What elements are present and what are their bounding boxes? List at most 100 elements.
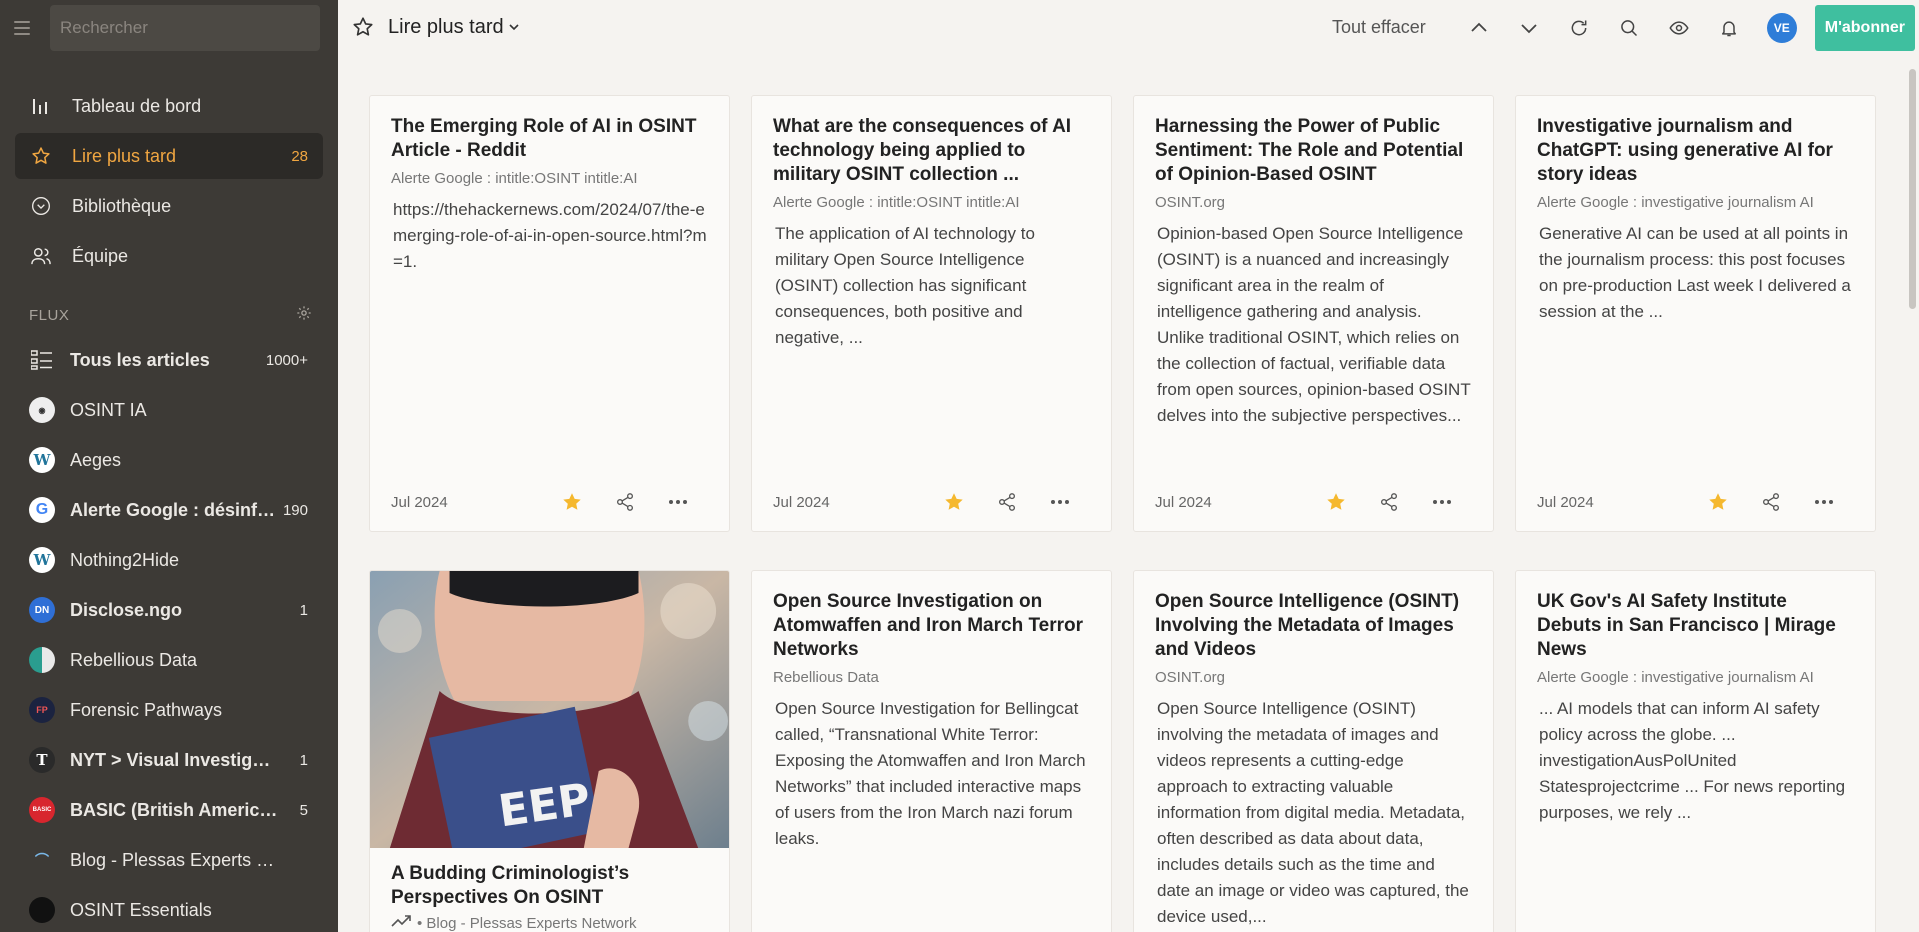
article-source: • Blog - Plessas Experts Network — [391, 914, 708, 932]
article-source: Rebellious Data — [773, 669, 879, 686]
star-filled-icon[interactable] — [941, 489, 967, 515]
feed-item-nothing2hide[interactable]: W Nothing2Hide — [0, 535, 338, 585]
feed-item-basic[interactable]: BASIC BASIC (British American... 5 — [0, 785, 338, 835]
feed-label: BASIC (British American... — [70, 799, 280, 820]
article-card[interactable]: What are the consequences of AI technolo… — [751, 95, 1112, 532]
share-icon[interactable] — [994, 489, 1020, 515]
article-title[interactable]: The Emerging Role of AI in OSINT Article… — [391, 115, 708, 163]
article-source-label: • Blog - Plessas Experts Network — [417, 915, 637, 932]
article-title[interactable]: Investigative journalism and ChatGPT: us… — [1537, 115, 1854, 187]
star-filled-icon[interactable] — [559, 489, 585, 515]
article-title[interactable]: Open Source Investigation on Atomwaffen … — [773, 590, 1090, 662]
article-card[interactable]: Open Source Investigation on Atomwaffen … — [751, 570, 1112, 932]
plessas-logo-icon: ⌒ — [35, 852, 49, 868]
feed-item-disclose[interactable]: DN Disclose.ngo 1 — [0, 585, 338, 635]
article-title[interactable]: Open Source Intelligence (OSINT) Involvi… — [1155, 590, 1472, 662]
disclose-logo-icon: DN — [29, 597, 55, 623]
share-icon[interactable] — [612, 489, 638, 515]
search-box[interactable] — [50, 4, 320, 51]
bell-icon[interactable] — [1717, 16, 1741, 40]
nav-item-library[interactable]: Bibliothèque — [15, 183, 323, 229]
feed-item-nyt[interactable]: T NYT > Visual Investigati... 1 — [0, 735, 338, 785]
feed-count: 1 — [299, 751, 308, 769]
card-footer: Jul 2024 — [370, 473, 729, 531]
menu-icon[interactable] — [14, 17, 36, 39]
google-icon: G — [29, 497, 55, 523]
feed-item-google-alert[interactable]: G Alerte Google : désinfor... 190 — [0, 485, 338, 535]
feed-item-forensic-pathways[interactable]: FP Forensic Pathways — [0, 685, 338, 735]
article-source: Alerte Google : investigative journalism… — [1537, 194, 1814, 211]
article-source: OSINT.org — [1155, 194, 1226, 211]
article-card[interactable]: Harnessing the Power of Public Sentiment… — [1133, 95, 1494, 532]
article-card[interactable]: The Emerging Role of AI in OSINT Article… — [369, 95, 730, 532]
feed-label: Disclose.ngo — [70, 599, 183, 620]
nyt-logo-icon: T — [29, 747, 55, 773]
feed-item-aeges[interactable]: W Aeges — [0, 435, 338, 485]
bar-chart-icon — [30, 95, 52, 117]
avatar[interactable]: VE — [1766, 12, 1797, 43]
page-title-dropdown[interactable]: Lire plus tard — [388, 16, 520, 39]
chevron-circle-icon — [30, 195, 52, 217]
basic-logo-icon: BASIC — [29, 797, 55, 823]
article-date: Jul 2024 — [391, 493, 448, 511]
feed-item-plessas[interactable]: ⌒ Blog - Plessas Experts N... — [0, 835, 338, 885]
feed-item-osint-essentials[interactable]: OSINT Essentials — [0, 885, 338, 932]
article-excerpt: Generative AI can be used at all points … — [1539, 224, 1851, 321]
article-grid: The Emerging Role of AI in OSINT Article… — [338, 55, 1919, 932]
feed-label: Alerte Google : désinfor... — [70, 499, 280, 520]
eye-icon[interactable] — [1667, 16, 1691, 40]
star-filled-icon[interactable] — [1323, 489, 1349, 515]
nav-item-dashboard[interactable]: Tableau de bord — [15, 83, 323, 129]
chevron-up-icon[interactable] — [1467, 16, 1491, 40]
article-title[interactable]: Harnessing the Power of Public Sentiment… — [1155, 115, 1472, 187]
star-icon[interactable] — [352, 16, 376, 40]
nav-item-team[interactable]: Équipe — [15, 233, 323, 279]
clear-all-button[interactable]: Tout effacer — [1332, 17, 1426, 38]
share-icon[interactable] — [1376, 489, 1402, 515]
gear-icon[interactable] — [296, 305, 312, 325]
article-source: OSINT.org — [1155, 669, 1226, 686]
article-excerpt: ... AI models that can inform AI safety … — [1539, 699, 1846, 822]
article-title[interactable]: UK Gov's AI Safety Institute Debuts in S… — [1537, 590, 1854, 662]
scrollbar[interactable] — [1909, 69, 1916, 309]
rebellious-data-logo-icon — [29, 647, 55, 673]
star-filled-icon[interactable] — [1705, 489, 1731, 515]
nav-item-read-later[interactable]: Lire plus tard 28 — [15, 133, 323, 179]
article-date: Jul 2024 — [1155, 493, 1212, 511]
article-card[interactable]: Open Source Intelligence (OSINT) Involvi… — [1133, 570, 1494, 932]
more-icon[interactable] — [1811, 489, 1837, 515]
osint-essentials-logo-icon — [29, 897, 55, 923]
wordpress-icon: W — [29, 547, 55, 573]
feed-label: Forensic Pathways — [70, 699, 223, 720]
article-thumbnail[interactable]: EEP — [370, 571, 729, 848]
feed-count: 1 — [299, 601, 308, 619]
article-date: Jul 2024 — [1537, 493, 1594, 511]
chevron-down-icon[interactable] — [1517, 16, 1541, 40]
flux-title: FLUX — [29, 306, 70, 324]
feed-item-all[interactable]: Tous les articles 1000+ — [0, 335, 338, 385]
article-card[interactable]: EEP A Budding Criminologist’s Perspectiv… — [369, 570, 730, 932]
feed-label: Blog - Plessas Experts N... — [70, 849, 280, 870]
card-footer: Jul 2024 — [752, 473, 1111, 531]
refresh-icon[interactable] — [1567, 16, 1591, 40]
feed-item-rebellious-data[interactable]: Rebellious Data — [0, 635, 338, 685]
search-icon[interactable] — [1617, 16, 1641, 40]
article-excerpt: The application of AI technology to mili… — [775, 224, 1035, 347]
more-icon[interactable] — [1047, 489, 1073, 515]
nav-label: Tableau de bord — [72, 95, 202, 116]
article-card[interactable]: UK Gov's AI Safety Institute Debuts in S… — [1515, 570, 1876, 932]
article-source: Alerte Google : intitle:OSINT intitle:AI — [391, 170, 638, 187]
article-source: Alerte Google : investigative journalism… — [1537, 669, 1814, 686]
subscribe-button[interactable]: M'abonner — [1814, 4, 1915, 51]
share-icon[interactable] — [1758, 489, 1784, 515]
article-card[interactable]: Investigative journalism and ChatGPT: us… — [1515, 95, 1876, 532]
flux-header: FLUX — [29, 305, 312, 325]
article-title[interactable]: A Budding Criminologist’s Perspectives O… — [391, 862, 708, 910]
article-title[interactable]: What are the consequences of AI technolo… — [773, 115, 1090, 187]
search-input[interactable] — [60, 17, 320, 38]
more-icon[interactable] — [1429, 489, 1455, 515]
main-nav: Tableau de bord Lire plus tard 28 Biblio… — [0, 83, 338, 279]
more-icon[interactable] — [665, 489, 691, 515]
feed-item-osint-ia[interactable]: ◉ OSINT IA — [0, 385, 338, 435]
feed-label: OSINT IA — [70, 399, 147, 420]
